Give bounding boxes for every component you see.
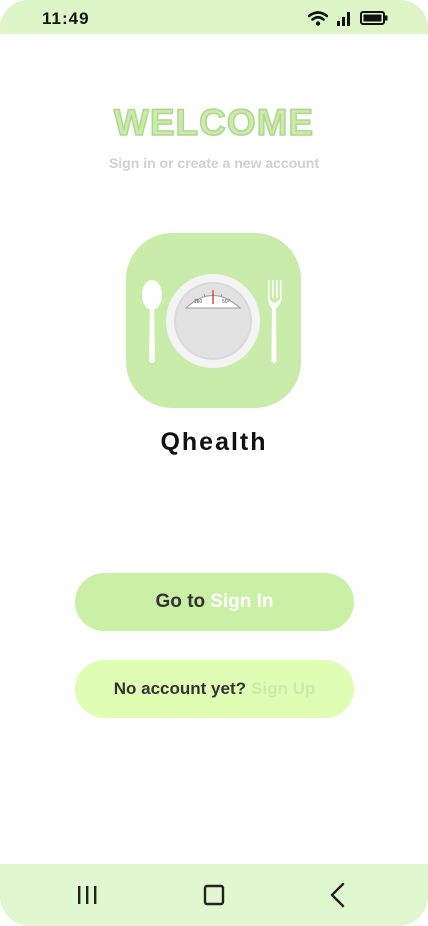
app-logo: 150 50 [126, 233, 301, 408]
recents-button[interactable] [57, 864, 117, 926]
sign-up-prefix: No account yet? [113, 679, 247, 698]
home-icon [203, 884, 225, 906]
sign-in-prefix: Go to [155, 591, 206, 612]
welcome-title: WELCOME [113, 101, 315, 144]
navigation-bar [0, 864, 428, 926]
app-name: Qhealth [160, 428, 268, 456]
signal-icon [337, 12, 350, 26]
status-bar: 11:49 [0, 0, 428, 34]
sign-in-accent: Sign In [210, 591, 274, 612]
welcome-subtitle: Sign in or create a new account [108, 155, 320, 171]
sign-up-accent: Sign Up [251, 679, 316, 698]
back-icon [330, 882, 345, 908]
sign-up-button[interactable]: No account yet? Sign Up [75, 660, 354, 718]
plate-scale-icon: 150 50 [142, 274, 282, 368]
go-to-sign-in-button[interactable]: Go to Sign In [75, 573, 354, 631]
scale-reading-right: 50 [222, 299, 228, 305]
battery-icon [360, 11, 388, 25]
back-button[interactable] [308, 864, 368, 926]
spoon-icon [142, 280, 162, 363]
recents-icon [78, 886, 97, 904]
scale-reading-left: 150 [194, 299, 203, 305]
fork-icon [268, 280, 282, 363]
status-time: 11:49 [42, 9, 90, 28]
home-button[interactable] [184, 864, 244, 926]
wifi-icon [308, 10, 328, 26]
status-icons [308, 10, 388, 26]
